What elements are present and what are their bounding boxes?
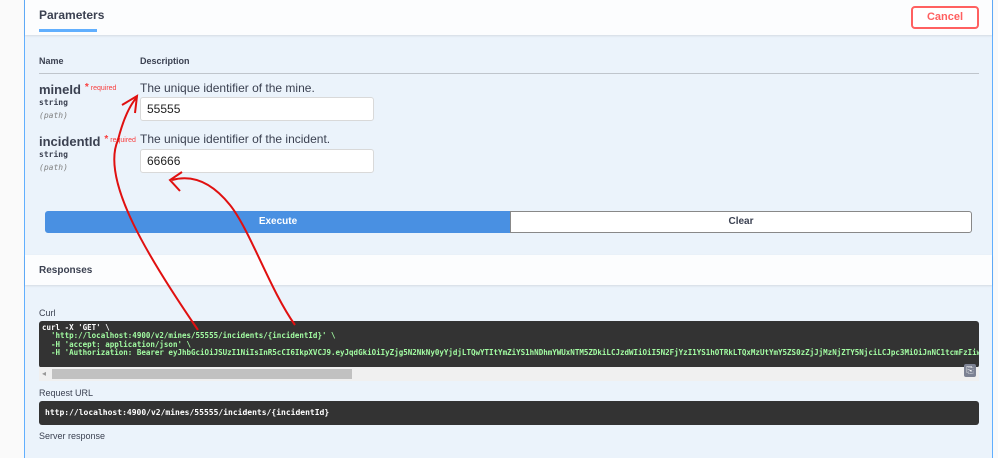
annotation-arrow-incidentid [171, 177, 296, 326]
annotation-arrows [113, 94, 296, 331]
annotation-arrowhead [168, 171, 183, 192]
annotation-arrow-mineid [113, 96, 199, 331]
